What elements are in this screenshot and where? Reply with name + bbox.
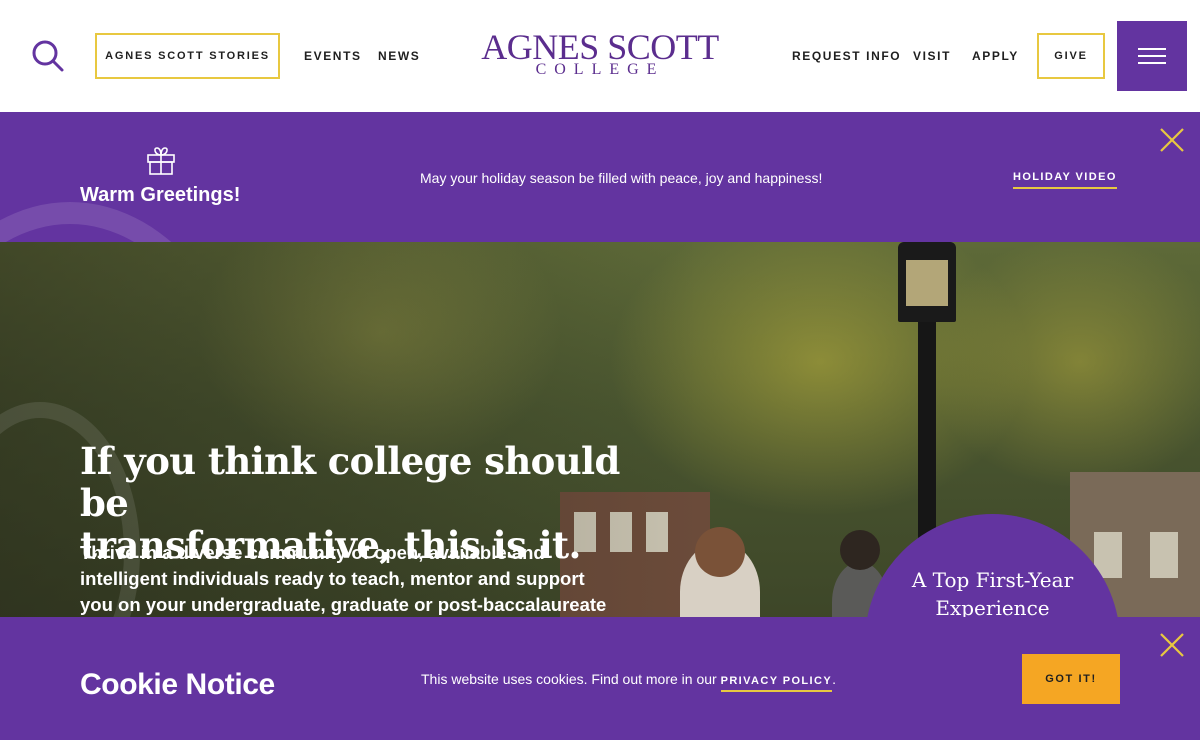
- gift-icon: [145, 144, 177, 176]
- cookie-notice: Cookie Notice This website uses cookies.…: [0, 617, 1200, 740]
- nav-apply[interactable]: APPLY: [972, 49, 1019, 63]
- cookie-title: Cookie Notice: [80, 668, 275, 701]
- student-head: [695, 527, 745, 577]
- nav-events[interactable]: EVENTS: [304, 49, 362, 63]
- give-button[interactable]: GIVE: [1037, 33, 1105, 79]
- nav-request-info[interactable]: REQUEST INFO: [792, 49, 901, 63]
- agnes-scott-stories-button[interactable]: AGNES SCOTT STORIES: [95, 33, 280, 79]
- hero-body-line3: you on your undergraduate, graduate or p…: [80, 594, 607, 615]
- holiday-video-link[interactable]: HOLIDAY VIDEO: [1013, 171, 1117, 189]
- hero-body-line1: Thrive in a diverse community of open, a…: [80, 542, 545, 563]
- cookie-period: .: [832, 671, 836, 687]
- cookie-text: This website uses cookies. Find out more…: [421, 671, 836, 692]
- badge-text: A Top First-Year Experience: [865, 566, 1120, 622]
- student-head-2: [840, 530, 880, 570]
- hero-headline-line1: If you think college should be: [80, 439, 620, 525]
- badge-line1: A Top First-Year: [911, 568, 1074, 592]
- nav-news[interactable]: NEWS: [378, 49, 420, 63]
- close-icon[interactable]: [1158, 126, 1186, 154]
- holiday-banner: Warm Greetings! May your holiday season …: [0, 112, 1200, 242]
- hero-section: If you think college should be transform…: [0, 242, 1200, 622]
- lamp-glass: [906, 260, 948, 306]
- hero-body-line2: intelligent individuals ready to teach, …: [80, 568, 585, 589]
- site-header: AGNES SCOTT STORIES EVENTS NEWS AGNES SC…: [0, 0, 1200, 112]
- hamburger-menu-icon[interactable]: [1117, 21, 1187, 91]
- holiday-title: Warm Greetings!: [80, 184, 241, 206]
- privacy-policy-link[interactable]: PRIVACY POLICY: [720, 675, 833, 692]
- holiday-message: May your holiday season be filled with p…: [420, 170, 823, 186]
- got-it-button[interactable]: GOT IT!: [1022, 654, 1120, 704]
- decorative-swirl-large: [0, 202, 260, 242]
- nav-visit[interactable]: VISIT: [913, 49, 951, 63]
- hero-body: Thrive in a diverse community of open, a…: [80, 540, 670, 618]
- cookie-close-icon[interactable]: [1158, 631, 1186, 659]
- search-icon[interactable]: [30, 38, 66, 74]
- cookie-message: This website uses cookies. Find out more…: [421, 671, 721, 687]
- site-logo[interactable]: AGNES SCOTT COLLEGE: [460, 28, 740, 84]
